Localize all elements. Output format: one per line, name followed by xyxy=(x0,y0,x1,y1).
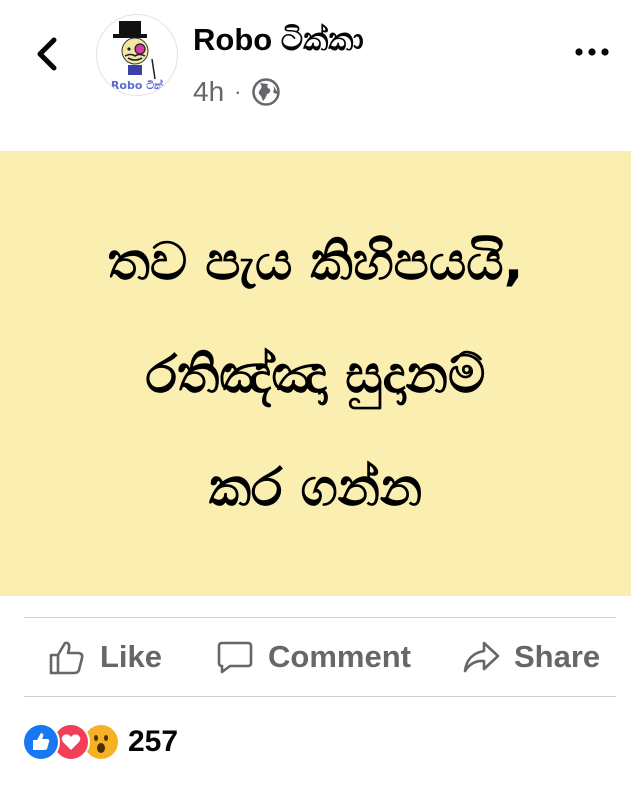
back-arrow-icon[interactable] xyxy=(28,32,68,76)
robo-avatar-icon: Robo ටික් xyxy=(111,21,164,92)
avatar-caption: Robo ටික් xyxy=(111,78,164,92)
post-line-3: කර ගන්න xyxy=(208,458,423,518)
post-time[interactable]: 4h xyxy=(193,76,224,108)
page-avatar[interactable]: Robo ටික් xyxy=(96,14,178,96)
share-arrow-icon xyxy=(463,641,500,673)
comment-bubble-icon xyxy=(217,641,253,674)
share-label: Share xyxy=(514,639,601,674)
thumbs-up-icon xyxy=(49,641,84,675)
action-bar: Like Comment Share xyxy=(0,618,631,696)
post-meta: 4h · xyxy=(193,74,281,110)
comment-label: Comment xyxy=(268,639,411,674)
meta-separator: · xyxy=(234,79,242,104)
comment-button[interactable]: Comment xyxy=(216,618,411,696)
reaction-count: 257 xyxy=(128,725,179,758)
globe-icon[interactable] xyxy=(251,77,281,107)
share-button[interactable]: Share xyxy=(462,618,600,696)
more-options-icon[interactable] xyxy=(574,44,610,60)
post-line-1: තව පැය කිහිපයයි, xyxy=(107,232,524,292)
like-button[interactable]: Like xyxy=(48,618,162,696)
reactions-summary[interactable]: 257 xyxy=(22,722,178,762)
page-name[interactable]: Robo ටික්කා xyxy=(193,22,364,59)
post-image[interactable]: තව පැය කිහිපයයි, රතිඤ්ඤා සුදානම් කර ගන්න xyxy=(0,151,631,596)
post-caption-text: තව පැය කිහිපයයි, රතිඤ්ඤා සුදානම් කර ගන්න xyxy=(108,202,524,545)
actions-bottom-divider xyxy=(24,696,616,697)
post-header: Robo ටික් Robo ටික්කා 4h · xyxy=(0,0,631,150)
like-label: Like xyxy=(100,639,163,674)
like-icon xyxy=(22,723,60,761)
post-line-2: රතිඤ්ඤා සුදානම් xyxy=(145,345,486,405)
